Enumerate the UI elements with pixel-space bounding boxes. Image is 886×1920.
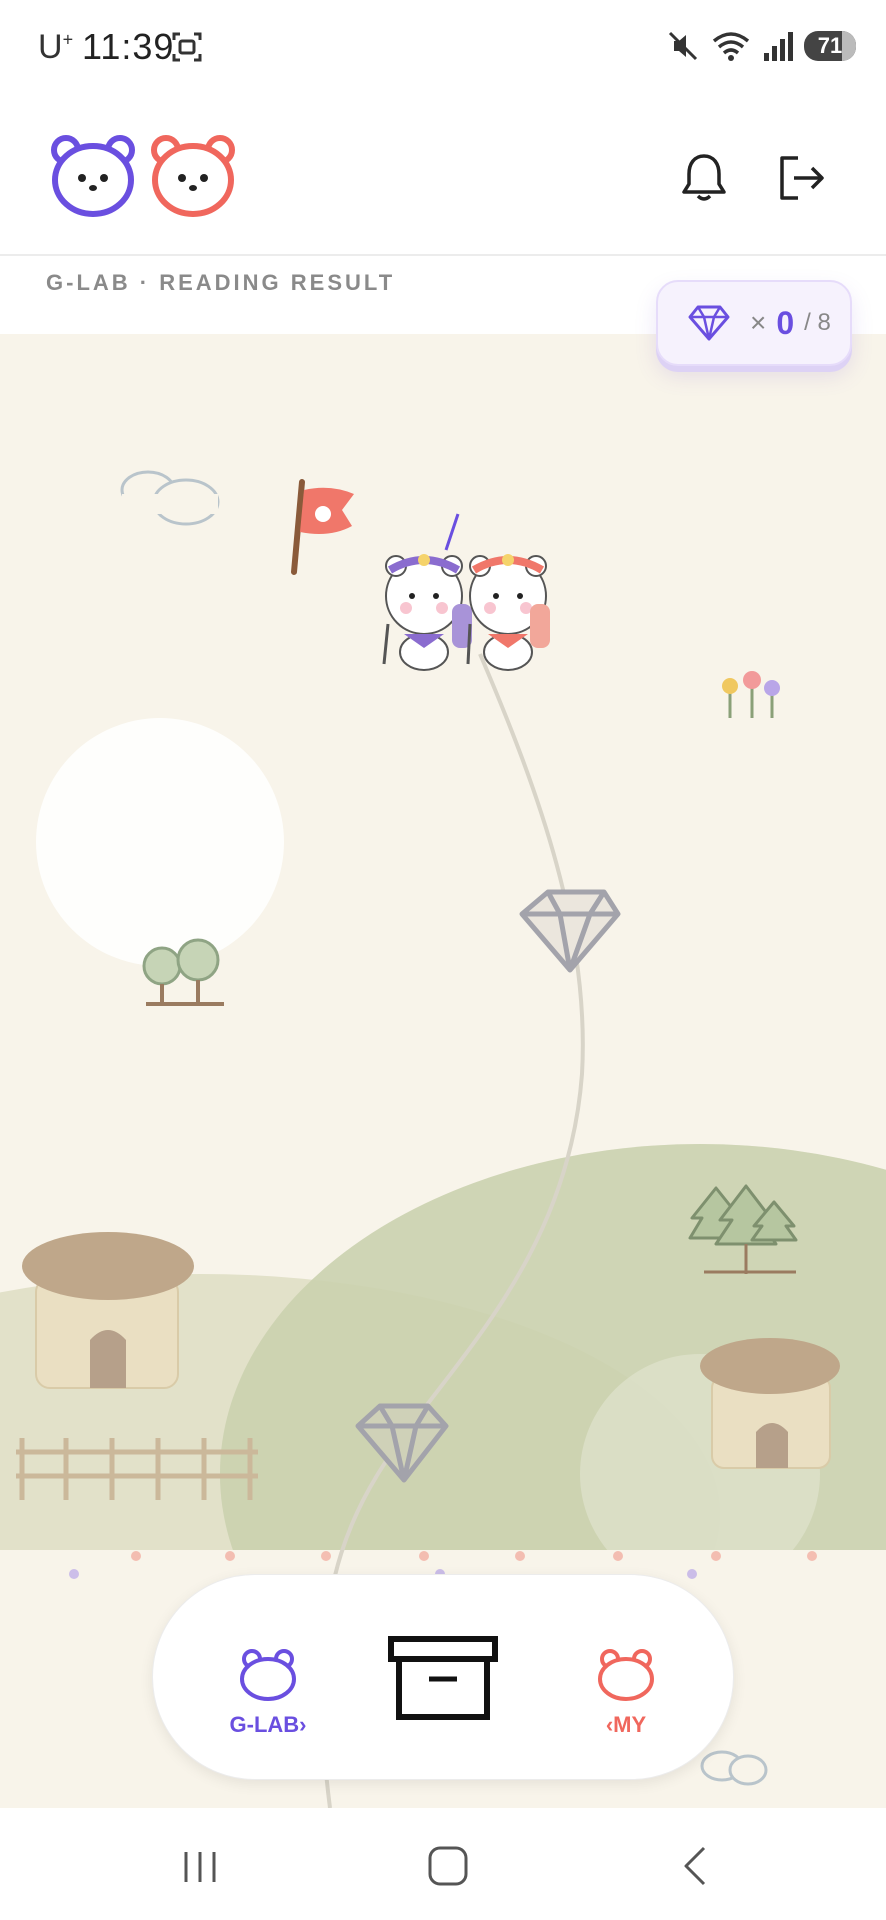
wifi-icon xyxy=(712,32,750,61)
coral-hiker-bear xyxy=(466,554,550,671)
gem-icon xyxy=(688,305,730,341)
cloud-icon xyxy=(700,1750,768,1786)
carrier-label: U+ xyxy=(38,28,74,66)
gem-times: × xyxy=(750,307,767,338)
coral-bear-logo[interactable] xyxy=(148,132,238,218)
signal-icon xyxy=(764,32,793,61)
flowers-icon xyxy=(722,671,780,718)
purple-hiker-bear xyxy=(382,513,472,671)
app-header xyxy=(0,92,886,256)
battery-icon: 71 xyxy=(804,31,856,61)
page-subtitle: G-LAB · READING RESULT xyxy=(46,270,396,295)
bottom-tab-bar: G-LAB› ‹MY xyxy=(152,1574,734,1780)
sun-glow xyxy=(36,718,284,966)
mute-icon xyxy=(668,31,698,61)
recent-apps-icon[interactable] xyxy=(170,1836,230,1896)
gem-icon xyxy=(519,889,621,973)
status-time: 11:39 xyxy=(82,26,175,67)
back-icon[interactable] xyxy=(666,1836,726,1896)
tab-glab[interactable]: G-LAB› xyxy=(213,1647,323,1738)
gem-total: / 8 xyxy=(804,309,831,336)
cloud-icon xyxy=(120,470,220,526)
system-nav-bar xyxy=(0,1808,886,1920)
tab-glab-label: G-LAB› xyxy=(229,1712,307,1737)
home-icon[interactable] xyxy=(418,1836,478,1896)
archive-icon[interactable] xyxy=(387,1635,499,1721)
gem-counter: × 0 / 8 xyxy=(656,280,852,366)
tab-my[interactable]: ‹MY xyxy=(571,1647,681,1738)
house-icon xyxy=(22,1232,194,1389)
logout-icon[interactable] xyxy=(774,150,830,206)
purple-bear-icon xyxy=(240,1649,296,1701)
screenshot-icon xyxy=(172,32,202,62)
tab-my-label: ‹MY xyxy=(605,1712,647,1737)
flag-icon xyxy=(291,479,354,575)
status-bar: U+ 11:39 71 xyxy=(0,0,886,92)
house-icon xyxy=(700,1338,840,1469)
trees-icon xyxy=(142,938,224,1006)
coral-bear-icon xyxy=(598,1649,654,1701)
gem-count: 0 xyxy=(776,304,795,341)
purple-bear-logo[interactable] xyxy=(48,132,138,218)
bell-icon[interactable] xyxy=(676,150,732,206)
